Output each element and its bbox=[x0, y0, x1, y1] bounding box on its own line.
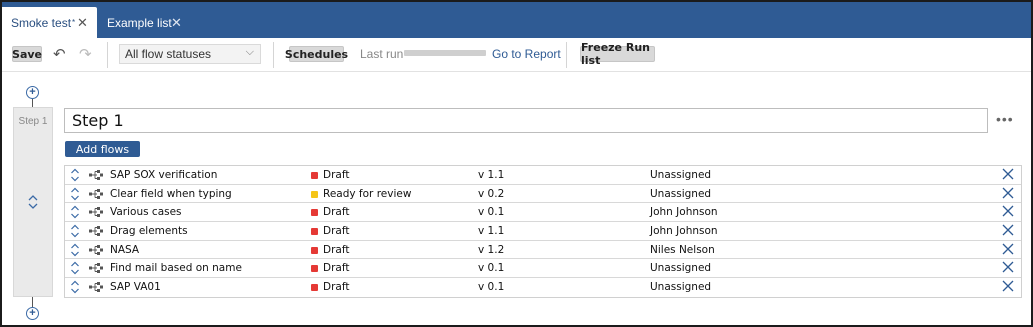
flow-assignee: Unassigned bbox=[650, 169, 712, 181]
reorder-icon[interactable] bbox=[70, 280, 80, 294]
undo-icon[interactable]: ↶ bbox=[53, 45, 66, 63]
table-row[interactable]: SAP VA01 Draft v 0.1 Unassigned bbox=[65, 278, 1021, 297]
last-run-progress-bar bbox=[404, 50, 486, 56]
flow-assignee: Unassigned bbox=[650, 281, 712, 294]
flow-status-select[interactable]: All flow statuses ⌵ bbox=[119, 44, 261, 64]
tab-smoke-test[interactable]: Smoke test * ✕ bbox=[2, 7, 97, 38]
status-indicator bbox=[311, 172, 318, 179]
flow-assignee: John Johnson bbox=[650, 206, 718, 219]
flow-name[interactable]: Various cases bbox=[110, 206, 182, 218]
flow-version: v 0.1 bbox=[478, 206, 505, 219]
table-row[interactable]: SAP SOX verification Draft v 1.1 Unassigned bbox=[65, 166, 1021, 185]
remove-icon[interactable] bbox=[1001, 279, 1015, 293]
app-window: Smoke test * ✕ Example list ✕ Save ↶ ↷ Al… bbox=[0, 0, 1033, 327]
flow-icon bbox=[89, 170, 103, 180]
step-title-input[interactable]: Step 1 bbox=[64, 108, 988, 133]
status-indicator bbox=[311, 190, 318, 198]
expand-collapse-icon[interactable] bbox=[27, 194, 39, 210]
flow-status: Draft bbox=[323, 262, 350, 275]
flow-status: Draft bbox=[323, 206, 350, 219]
tab-label: Example list bbox=[107, 15, 172, 30]
rail-connector bbox=[32, 297, 33, 307]
divider bbox=[107, 42, 108, 68]
flow-status: Draft bbox=[323, 225, 350, 238]
go-to-report-link[interactable]: Go to Report bbox=[492, 47, 561, 61]
table-row[interactable]: Various cases Draft v 0.1 John Johnson bbox=[65, 203, 1021, 223]
close-icon[interactable]: ✕ bbox=[77, 15, 88, 31]
remove-icon[interactable] bbox=[1001, 260, 1015, 274]
chevron-down-icon: ⌵ bbox=[245, 46, 254, 58]
flow-name[interactable]: SAP SOX verification bbox=[110, 169, 217, 181]
add-step-above-icon[interactable]: + bbox=[26, 86, 39, 99]
unsaved-marker: * bbox=[72, 18, 76, 27]
save-button[interactable]: Save bbox=[12, 46, 42, 62]
add-flows-button[interactable]: Add flows bbox=[65, 141, 140, 157]
flow-assignee: John Johnson bbox=[650, 225, 718, 238]
reorder-icon[interactable] bbox=[70, 243, 80, 257]
remove-icon[interactable] bbox=[1001, 186, 1015, 200]
flow-name[interactable]: Drag elements bbox=[110, 225, 188, 237]
flow-version: v 0.2 bbox=[478, 187, 505, 200]
status-indicator bbox=[311, 209, 318, 217]
last-run-label: Last run bbox=[360, 47, 404, 61]
reorder-icon[interactable] bbox=[70, 205, 80, 219]
table-row[interactable]: Find mail based on name Draft v 0.1 Unassig… bbox=[65, 259, 1021, 279]
status-indicator bbox=[311, 284, 318, 292]
flow-status: Draft bbox=[323, 243, 350, 256]
select-value: All flow statuses bbox=[125, 47, 212, 61]
flow-status: Ready for review bbox=[323, 187, 412, 200]
table-row[interactable]: Clear field when typing Ready for review v… bbox=[65, 185, 1021, 204]
remove-icon[interactable] bbox=[1001, 204, 1015, 218]
tab-label: Smoke test bbox=[11, 15, 72, 30]
more-options-icon[interactable]: ••• bbox=[996, 111, 1014, 127]
flow-assignee: Unassigned bbox=[650, 187, 712, 200]
status-indicator bbox=[311, 228, 318, 236]
add-step-below-icon[interactable]: + bbox=[26, 307, 39, 320]
step-rail-label: Step 1 bbox=[18, 116, 48, 127]
close-icon[interactable]: ✕ bbox=[171, 15, 182, 31]
divider bbox=[566, 42, 567, 68]
flow-name[interactable]: SAP VA01 bbox=[110, 281, 161, 293]
reorder-icon[interactable] bbox=[70, 261, 80, 275]
flow-assignee: Niles Nelson bbox=[650, 243, 715, 256]
remove-icon[interactable] bbox=[1001, 223, 1015, 237]
flow-version: v 0.1 bbox=[478, 262, 505, 275]
schedules-button[interactable]: Schedules bbox=[285, 46, 348, 62]
freeze-run-list-button[interactable]: Freeze Run list bbox=[580, 41, 655, 67]
flow-version: v 1.1 bbox=[478, 169, 505, 181]
rail-connector bbox=[32, 99, 33, 107]
flow-name[interactable]: NASA bbox=[110, 244, 139, 256]
flow-icon bbox=[89, 188, 103, 199]
remove-icon[interactable] bbox=[1001, 167, 1015, 181]
step-rail: Step 1 bbox=[13, 107, 53, 297]
tab-bar: Smoke test * ✕ Example list ✕ bbox=[2, 2, 1031, 38]
flow-icon bbox=[89, 226, 103, 237]
reorder-icon[interactable] bbox=[70, 168, 80, 182]
flow-name[interactable]: Clear field when typing bbox=[110, 188, 232, 200]
table-row[interactable]: NASA Draft v 1.2 Niles Nelson bbox=[65, 241, 1021, 260]
flow-name[interactable]: Find mail based on name bbox=[110, 262, 242, 274]
table-row[interactable]: Drag elements Draft v 1.1 John Johnson bbox=[65, 222, 1021, 241]
flow-icon bbox=[89, 244, 103, 255]
flow-icon bbox=[89, 207, 103, 218]
status-indicator bbox=[311, 265, 318, 273]
flow-table: SAP SOX verification Draft v 1.1 Unassigned… bbox=[64, 165, 1022, 298]
flow-status: Draft bbox=[323, 169, 350, 181]
flow-icon bbox=[89, 282, 103, 293]
reorder-icon[interactable] bbox=[70, 224, 80, 238]
remove-icon[interactable] bbox=[1001, 242, 1015, 256]
status-indicator bbox=[311, 246, 318, 254]
flow-version: v 1.2 bbox=[478, 243, 505, 256]
tab-example-list[interactable]: Example list ✕ bbox=[98, 7, 188, 38]
flow-version: v 1.1 bbox=[478, 225, 505, 238]
flow-assignee: Unassigned bbox=[650, 262, 712, 275]
toolbar: Save ↶ ↷ All flow statuses ⌵ Schedules L… bbox=[2, 38, 1031, 72]
reorder-icon[interactable] bbox=[70, 187, 80, 201]
flow-icon bbox=[89, 263, 103, 274]
flow-version: v 0.1 bbox=[478, 281, 505, 294]
divider bbox=[273, 42, 274, 68]
flow-status: Draft bbox=[323, 281, 350, 294]
redo-icon[interactable]: ↷ bbox=[79, 45, 92, 63]
